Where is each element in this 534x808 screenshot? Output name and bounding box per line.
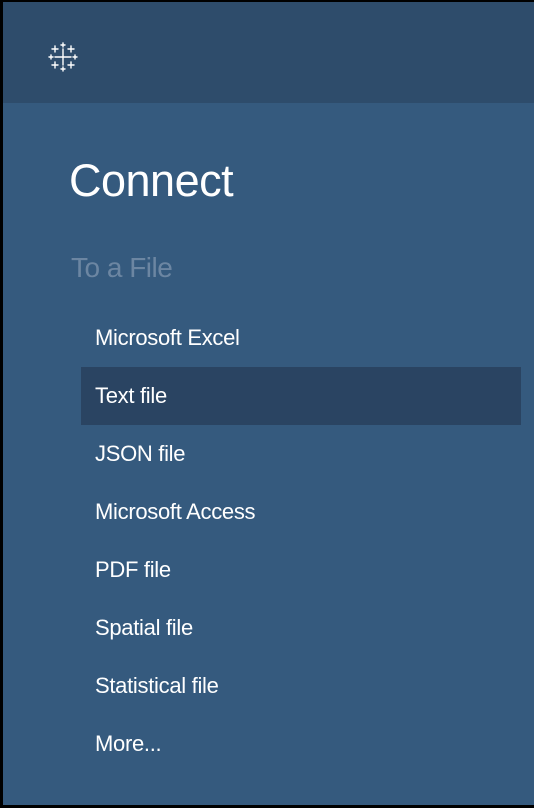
file-type-json-file[interactable]: JSON file: [81, 425, 521, 483]
file-type-statistical-file[interactable]: Statistical file: [81, 657, 521, 715]
file-type-pdf-file[interactable]: PDF file: [81, 541, 521, 599]
connect-heading: Connect: [69, 155, 234, 206]
file-type-microsoft-access[interactable]: Microsoft Access: [81, 483, 521, 541]
to-a-file-section-title: To a File: [71, 252, 173, 283]
tableau-logo-icon[interactable]: [48, 42, 78, 72]
file-type-more-link[interactable]: More...: [81, 715, 521, 773]
file-type-list: Microsoft Excel Text file JSON file Micr…: [81, 309, 521, 773]
file-type-spatial-file[interactable]: Spatial file: [81, 599, 521, 657]
file-type-microsoft-excel[interactable]: Microsoft Excel: [81, 309, 521, 367]
connect-pane: Connect To a File Microsoft Excel Text f…: [0, 0, 534, 808]
file-type-text-file[interactable]: Text file: [81, 367, 521, 425]
top-bar: [3, 2, 534, 103]
